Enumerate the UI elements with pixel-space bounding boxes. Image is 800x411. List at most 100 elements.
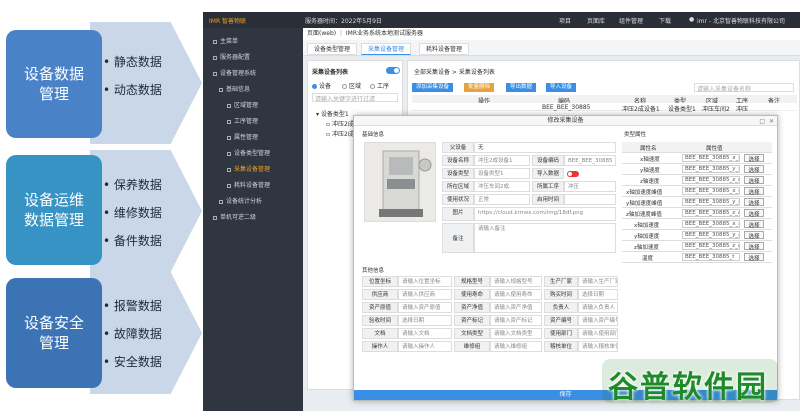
logo: IMR 智善物联 — [209, 18, 247, 25]
sidebar-item-consumable[interactable]: 耗料设备管理 — [203, 180, 303, 192]
supplier-field[interactable]: 请输入供应商 — [398, 289, 452, 300]
radio-process[interactable]: 工序 — [370, 81, 389, 90]
process-select[interactable]: 冲压 — [564, 181, 616, 192]
original-value-field[interactable]: 请输入资产原值 — [398, 302, 452, 313]
parent-device-field[interactable]: 无 — [474, 142, 616, 153]
field-label: 设备名称 — [442, 155, 474, 166]
acceptance-date-field[interactable]: 选择日期 — [398, 315, 452, 326]
tree-search-input[interactable]: 请输入关键字进行过滤 — [312, 93, 398, 103]
attr-row: x轴速度BEE_BEE_30885_x_spee选择 — [622, 153, 772, 164]
attr-row: z轴加速度BEE_BEE_30885_z_ama选择 — [622, 241, 772, 252]
field-label: 设备编码 — [532, 155, 564, 166]
manufacturer-field[interactable]: 请输入生产厂家 — [578, 276, 618, 287]
concept-item: • 安全数据 — [103, 355, 162, 369]
device-name-field[interactable]: 冲压2成设备1 — [474, 155, 530, 166]
select-button[interactable]: 选择 — [744, 209, 764, 218]
export-button[interactable]: 导出数据 — [506, 83, 537, 92]
field-label: 资产标记 — [454, 315, 490, 326]
document-type-field[interactable]: 请输入文档类型 — [490, 328, 542, 339]
field-label: 购买时间 — [544, 289, 578, 300]
tree-toggle[interactable] — [386, 67, 400, 74]
sidebar-item-device-type[interactable]: 设备类型管理 — [203, 148, 303, 160]
radio-device[interactable]: 设备 — [312, 81, 331, 90]
maximize-icon[interactable]: □ — [759, 118, 765, 125]
document-field[interactable]: 请输入文档 — [398, 328, 452, 339]
tab-bar: 设备类型管理 采集设备管理 耗料设备管理 — [303, 40, 800, 56]
nav-components[interactable]: 组件管理 — [619, 16, 643, 25]
field-label: 所属工序 — [532, 181, 564, 192]
status-select[interactable]: 正常 — [474, 194, 530, 205]
user-avatar[interactable]: ● — [689, 16, 694, 23]
device-type-select[interactable]: 设备类型1 — [474, 168, 530, 179]
top-bar: IMR 智善物联 服务器时间：2022年5月9日 项目 页面库 组件管理 下载 … — [203, 12, 800, 28]
sidebar-item-device-system[interactable]: 设备管理系统 — [203, 68, 303, 80]
field-label: 负责人 — [544, 302, 578, 313]
app-window: IMR 智善物联 服务器时间：2022年5月9日 项目 页面库 组件管理 下载 … — [203, 12, 800, 411]
select-button[interactable]: 选择 — [744, 253, 764, 262]
concept-title-1: 设备数据 管理 — [23, 65, 84, 103]
tab-consumable[interactable]: 耗料设备管理 — [419, 43, 470, 55]
field-label: 维修组 — [454, 341, 490, 352]
field-label: 生产厂家 — [544, 276, 578, 287]
nav-pages[interactable]: 页面库 — [587, 16, 605, 25]
device-code-field[interactable]: BEE_BEE_30885 — [564, 155, 616, 166]
sidebar-item-area[interactable]: 区域管理 — [203, 100, 303, 112]
sidebar-item-stats[interactable]: 设备统计分析 — [203, 196, 303, 208]
sidebar-item-attribute[interactable]: 属性管理 — [203, 132, 303, 144]
tab-collect-device[interactable]: 采集设备管理 — [361, 43, 412, 55]
device-search-input[interactable]: 请输入采集设备名称 — [694, 83, 794, 93]
sidebar-item-process[interactable]: 工序管理 — [203, 116, 303, 128]
lifespan-field[interactable]: 请输入使用寿命 — [490, 289, 542, 300]
remark-field[interactable]: 请输入备注 — [474, 223, 616, 253]
import-data-switch[interactable] — [567, 171, 579, 177]
net-value-field[interactable]: 请输入资产净值 — [490, 302, 542, 313]
asset-tag-field[interactable]: 请输入资产标记 — [490, 315, 542, 326]
model-field[interactable]: 请输入规格型号 — [490, 276, 542, 287]
asset-number-field[interactable]: 请输入资产编号 — [578, 315, 618, 326]
attr-row: x轴加速度峰值BEE_BEE_30885_x_aeff选择 — [622, 186, 772, 197]
department-field[interactable]: 请输入使用部门 — [578, 328, 618, 339]
sidebar-item-server[interactable]: 服务器配置 — [203, 52, 303, 64]
root: 设备数据 管理 设备运维 数据管理 设备安全 管理 • 静态数据 • 动态数据 … — [0, 0, 800, 411]
table-row[interactable]: BEE_BEE_30885 冲压2成设备1 设备类型1 冲压车间2 冲压 — [412, 103, 797, 113]
tab-device-type[interactable]: 设备类型管理 — [307, 43, 358, 55]
area-select[interactable]: 冲压车间2成 — [474, 181, 530, 192]
repair-group-field[interactable]: 请输入维修组 — [490, 341, 542, 352]
sidebar-item-main[interactable]: 主菜单 — [203, 36, 303, 48]
tree-node[interactable]: ▾ 设备类型1 — [316, 109, 349, 118]
radio-area[interactable]: 区域 — [342, 81, 361, 90]
field-label: 资产原值 — [362, 302, 398, 313]
owner-field[interactable]: 请输入负责人 — [578, 302, 618, 313]
select-button[interactable]: 选择 — [744, 231, 764, 240]
select-button[interactable]: 选择 — [744, 187, 764, 196]
purchase-date-field[interactable]: 选择日期 — [578, 289, 618, 300]
audit-unit-field[interactable]: 请输入稽核单位 — [578, 341, 618, 352]
close-icon[interactable]: ✕ — [769, 118, 774, 125]
import-button[interactable]: 导入设备 — [546, 83, 577, 92]
field-label: 备注 — [442, 223, 474, 253]
select-button[interactable]: 选择 — [744, 242, 764, 251]
nav-project[interactable]: 项目 — [559, 16, 571, 25]
select-button[interactable]: 选择 — [744, 154, 764, 163]
batch-delete-button[interactable]: 批量删除 — [464, 83, 495, 92]
concept-title-3: 设备安全 管理 — [23, 314, 84, 352]
nav-download[interactable]: 下载 — [659, 16, 671, 25]
attr-row: z轴加速度峰值BEE_BEE_30885_z_aeff选择 — [622, 208, 772, 219]
concept-panel: 设备数据 管理 设备运维 数据管理 设备安全 管理 • 静态数据 • 动态数据 … — [0, 0, 202, 411]
select-button[interactable]: 选择 — [744, 220, 764, 229]
sidebar-item-basic[interactable]: 基础信息 — [203, 84, 303, 96]
select-button[interactable]: 选择 — [744, 176, 764, 185]
image-url-field[interactable]: https://cloud.krmes.com/img/18df.png — [474, 207, 616, 221]
select-button[interactable]: 选择 — [744, 198, 764, 207]
watermark: 谷普软件园 — [602, 359, 778, 405]
field-label: 供应商 — [362, 289, 398, 300]
sidebar-item-collect-device[interactable]: 采集设备管理 — [203, 164, 303, 176]
attr-row: y轴加速度BEE_BEE_30885_y_ama选择 — [622, 230, 772, 241]
start-time-field[interactable] — [564, 194, 616, 205]
operator-field[interactable]: 请输入操作人 — [398, 341, 452, 352]
user-name[interactable]: imr - 北京智善物联科技有限公司 — [697, 16, 785, 25]
add-device-button[interactable]: 添加采集设备 — [412, 83, 454, 92]
sidebar-item-reversible[interactable]: 单机可逆二级 — [203, 212, 303, 224]
location-field[interactable]: 请输入位置坐标 — [398, 276, 452, 287]
select-button[interactable]: 选择 — [744, 165, 764, 174]
